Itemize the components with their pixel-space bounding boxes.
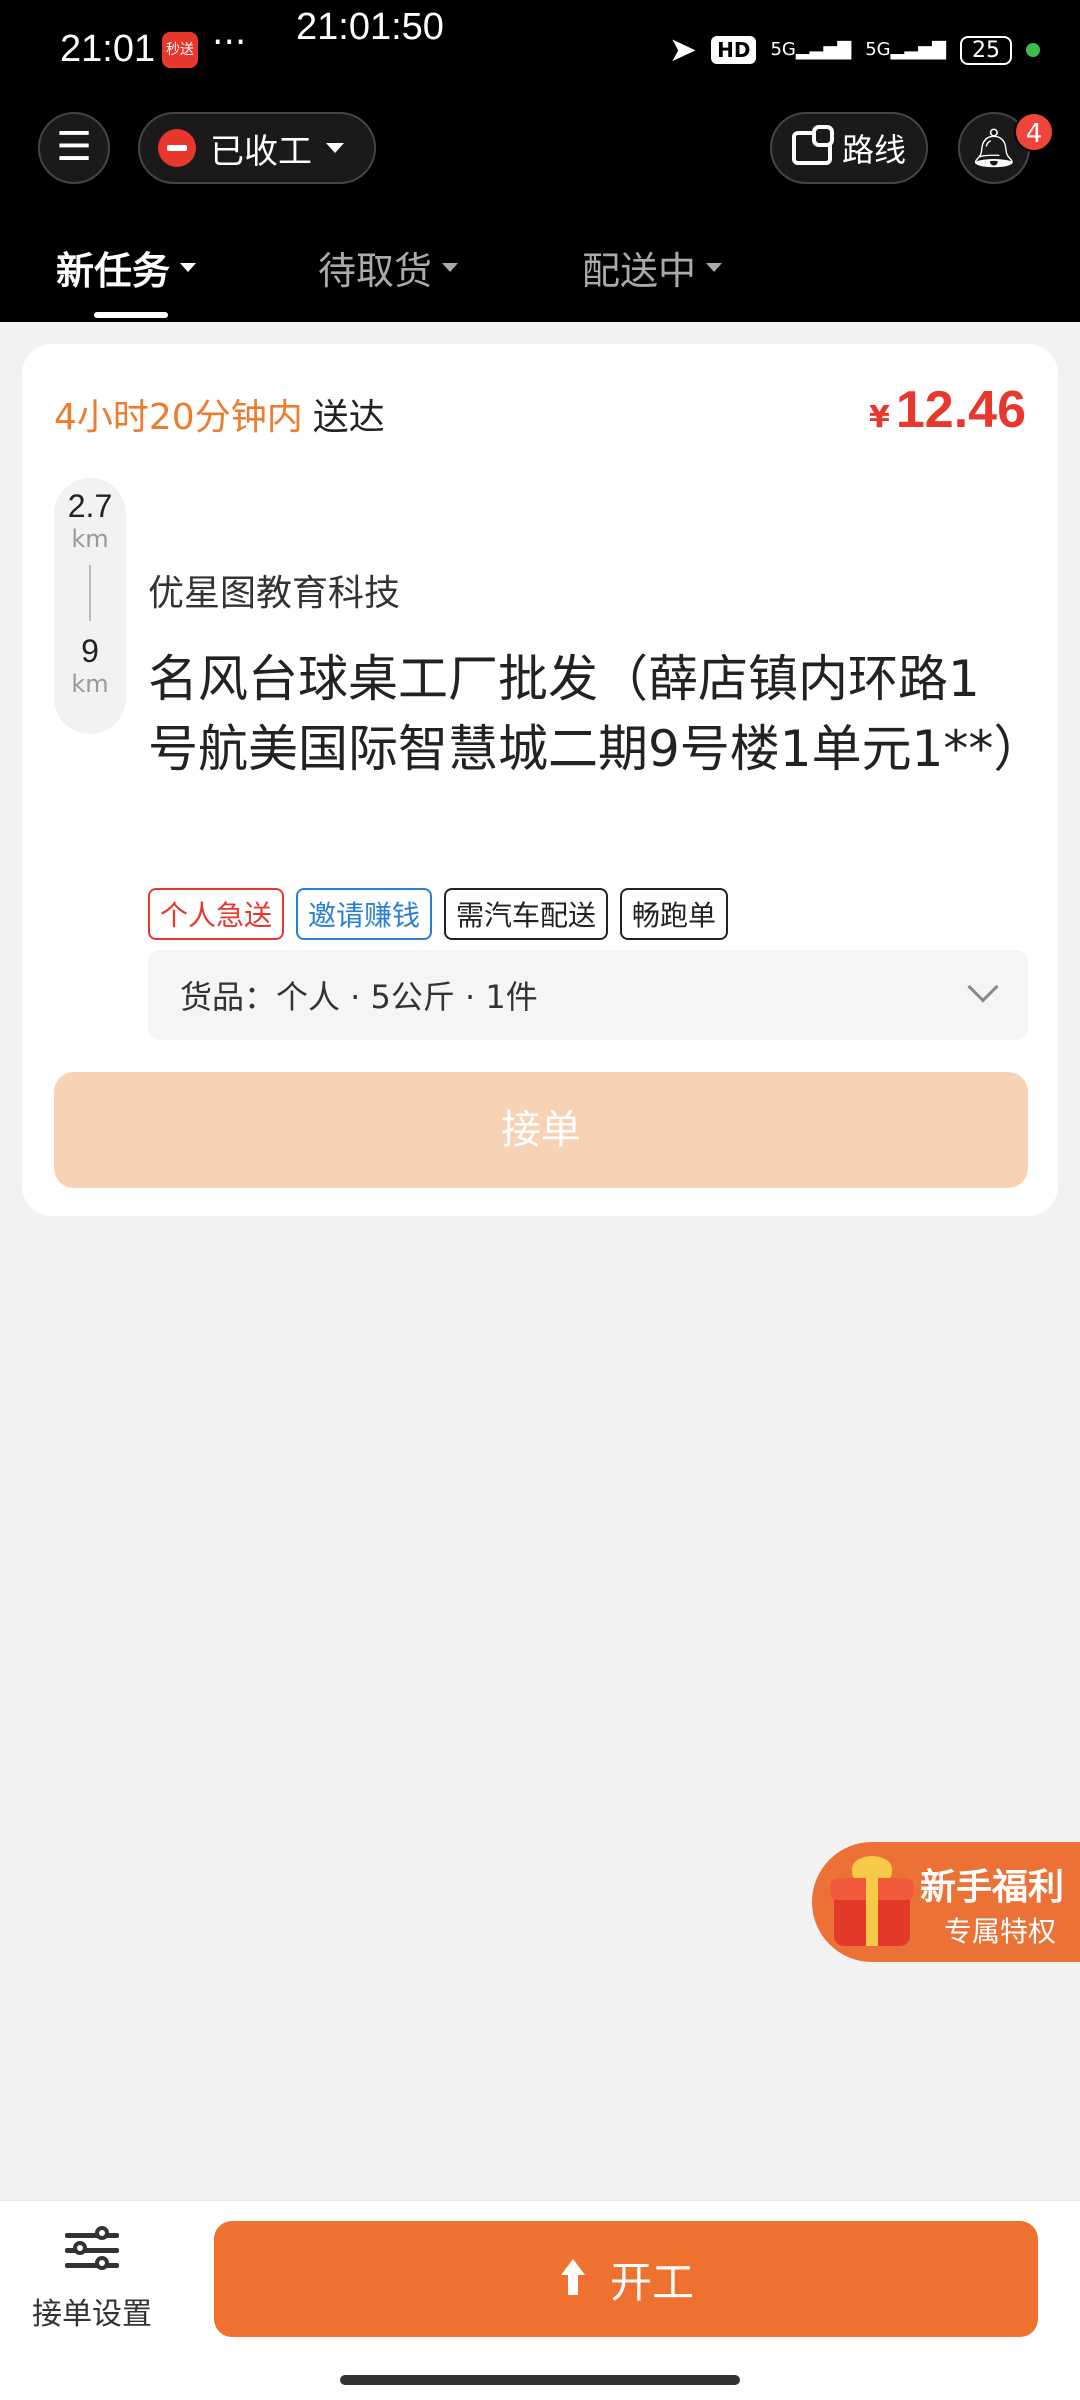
status-bar: 21:01 秒送 ··· 21:01:50 ➤ HD 5G▂▃▅▇ 5G▂▃▅▇… [0, 0, 1080, 100]
order-price: ¥ 12.46 [868, 381, 1026, 439]
accept-order-button[interactable]: 接单 [54, 1072, 1028, 1188]
more-notifications-icon: ··· [212, 22, 247, 63]
delivery-deadline: 4小时20分钟内 送达 [54, 397, 385, 438]
notification-badge: 4 [1014, 112, 1054, 152]
chevron-down-icon [967, 971, 999, 1003]
signal-icon: 5G▂▃▅▇ [770, 39, 852, 60]
map-icon [791, 125, 834, 165]
start-work-label: 开工 [609, 2257, 694, 2307]
goods-info: 货品：个人 · 5公斤 · 1件 [180, 978, 538, 1016]
chevron-down-icon [326, 143, 344, 153]
signal-icon-2: 5G▂▃▅▇ [865, 39, 946, 60]
battery-icon: 25 [960, 35, 1012, 65]
order-settings-button[interactable]: 接单设置 [22, 2226, 162, 2333]
promo-title: 新手福利 [920, 1867, 1065, 1908]
status-icons: ➤ HD 5G▂▃▅▇ 5G▂▃▅▇ 25 [669, 30, 1040, 70]
route-button[interactable]: 路线 [770, 112, 928, 184]
chevron-down-icon [706, 263, 723, 272]
shop-name: 优星图教育科技 [148, 573, 401, 614]
delivery-distance: 9 [81, 633, 99, 669]
bottom-bar: 接单设置 开工 [0, 2200, 1080, 2400]
arrow-up-icon [558, 2259, 588, 2299]
home-indicator[interactable] [340, 2375, 740, 2385]
status-time: 21:01 [60, 28, 156, 70]
delivery-address: 名风台球桌工厂批发（薛店镇内环路1号航美国际智慧城二期9号楼1单元1**） [148, 650, 1044, 778]
bell-icon: 🔔︎ [969, 126, 1019, 170]
app-notification-icon: 秒送 [162, 32, 198, 68]
tab-pending-pickup[interactable]: 待取货 [318, 240, 459, 295]
distance-divider [89, 565, 91, 621]
active-tab-indicator [94, 312, 168, 318]
tag-urgent: 个人急送 [148, 888, 285, 940]
goods-info-row[interactable]: 货品：个人 · 5公斤 · 1件 [148, 950, 1028, 1040]
start-work-button[interactable]: 开工 [214, 2221, 1038, 2337]
top-header: 21:01 秒送 ··· 21:01:50 ➤ HD 5G▂▃▅▇ 5G▂▃▅▇… [0, 0, 1080, 322]
tag-car-required: 需汽车配送 [444, 888, 609, 940]
sliders-icon [65, 2226, 119, 2275]
work-status-label: 已收工 [210, 131, 312, 172]
tag-invite[interactable]: 邀请赚钱 [296, 888, 433, 940]
order-tags: 个人急送 邀请赚钱 需汽车配送 畅跑单 [148, 888, 729, 940]
tab-new-tasks[interactable]: 新任务 [56, 240, 197, 295]
work-status-button[interactable]: 已收工 [138, 112, 376, 184]
menu-button[interactable]: ☰ [38, 112, 110, 184]
newbie-promo-banner[interactable]: 新手福利 专属特权 [812, 1842, 1080, 1962]
task-tabs: 新任务 待取货 配送中 [0, 220, 1080, 322]
tab-delivering[interactable]: 配送中 [582, 240, 723, 295]
promo-subtitle: 专属特权 [944, 1915, 1057, 1948]
hd-icon: HD [711, 36, 757, 64]
gift-icon [830, 1856, 914, 1948]
order-card[interactable]: 4小时20分钟内 送达 ¥ 12.46 2.7 km 9 km 优星图教育科技 名… [22, 344, 1058, 1216]
tag-smooth-run: 畅跑单 [620, 888, 729, 940]
chevron-down-icon [442, 263, 459, 272]
clock-overlay: 21:01:50 [296, 6, 444, 48]
chevron-down-icon [180, 263, 197, 272]
location-arrow-icon: ➤ [668, 30, 698, 70]
distance-indicator: 2.7 km 9 km [54, 478, 126, 734]
pickup-distance: 2.7 [67, 488, 113, 524]
stop-icon [158, 129, 196, 167]
route-label: 路线 [841, 131, 906, 169]
order-settings-label: 接单设置 [32, 2297, 152, 2332]
privacy-dot-icon [1026, 43, 1040, 57]
